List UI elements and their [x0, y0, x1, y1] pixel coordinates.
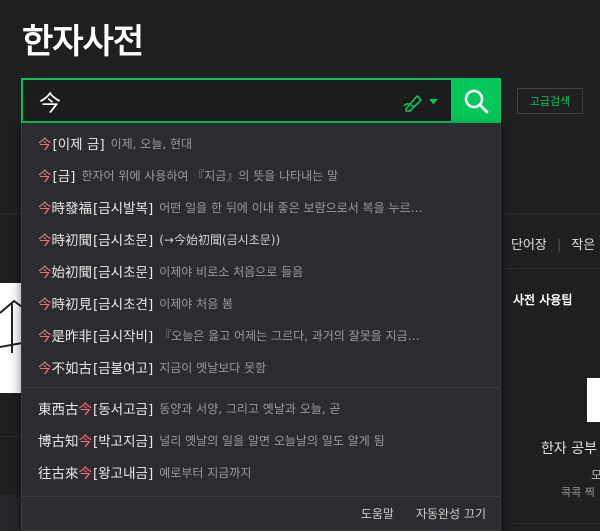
suggestion-reading: [금] — [52, 169, 76, 185]
suggestion-item[interactable]: 東西古今 [동서고금] 동양과 서양, 그리고 옛날과 오늘, 곧 — [22, 392, 500, 424]
suggestion-match: 今 — [38, 361, 52, 377]
suggestion-hanja: 往古來今 — [38, 462, 92, 482]
suggestion-match: 今 — [38, 169, 52, 185]
suggestion-item[interactable]: 今 [이제 금] 이제, 오늘, 현대 — [22, 127, 500, 159]
suggestion-hanja: 今 — [38, 165, 52, 185]
suggestion-meaning: 이제, 오늘, 현대 — [110, 136, 193, 151]
bg-divider — [511, 523, 600, 524]
suggestion-reading: [금시초문] — [93, 265, 154, 281]
suggestion-hanja: 今始初聞 — [38, 261, 92, 281]
suggestion-hanja: 今不如古 — [38, 357, 92, 377]
tips-text: 한자 공부 — [541, 441, 597, 457]
suggestion-reading: [금시발복] — [93, 201, 154, 217]
suggestion-match: 今 — [38, 297, 52, 313]
bg-divider — [0, 436, 22, 437]
suggestion-meaning: 『오늘은 옳고 어제는 그르다, 과거의 잘못을 지금… — [159, 328, 420, 343]
suggestion-reading: [이제 금] — [52, 137, 105, 153]
handwrite-input-button[interactable] — [397, 90, 443, 114]
suggestion-item[interactable]: 博古知今 [박고지금] 널리 옛날의 일을 알면 오늘날의 일도 알게 됨 — [22, 424, 500, 456]
suggestion-hanja: 博古知今 — [38, 430, 92, 450]
suggestion-reading: [박고지금] — [93, 434, 154, 450]
suggestion-hanja-post: 時發福 — [51, 201, 93, 217]
search-box — [21, 78, 451, 123]
suggestion-item[interactable]: 今時發福 [금시발복] 어떤 일을 한 뒤에 이내 좋은 보람으로서 복을 누르… — [22, 191, 500, 223]
bg-divider — [501, 268, 600, 269]
autocomplete-dropdown: 今 [이제 금] 이제, 오늘, 현대 今 [금] 한자어 위에 사용하여 『지금』의 뜻… — [21, 123, 501, 531]
suggestion-hanja-pre: 東西古 — [38, 402, 79, 418]
suggestion-item[interactable]: 今不如古 [금불여고] 지금이 옛날보다 못함 — [22, 351, 500, 383]
dropdown-footer: 도움말 자동완성 끄기 — [22, 496, 500, 530]
suggestion-meaning: 이제야 처음 봄 — [159, 296, 234, 311]
suggestion-item[interactable]: 今始初聞 [금시초문] 이제야 비로소 처음으로 들음 — [22, 255, 500, 287]
suggestion-reading: [금불여고] — [93, 361, 154, 377]
advanced-search-button[interactable]: 고급검색 — [517, 88, 583, 114]
suggestion-meaning: 어떤 일을 한 뒤에 이내 좋은 보람으로서 복을 누르… — [159, 200, 423, 215]
suggestion-hanja-post: 不如古 — [51, 361, 93, 377]
suggestion-reading: [금시초문] — [93, 233, 154, 249]
tab-next[interactable]: 작은 — [571, 238, 595, 253]
autocomplete-off-link[interactable]: 자동완성 끄기 — [416, 505, 486, 522]
suggestion-hanja-post: 時初見 — [51, 297, 93, 313]
suggestion-match: 今 — [78, 434, 93, 450]
suggestion-item[interactable]: 往古來今 [왕고내금] 예로부터 지금까지 — [22, 456, 500, 488]
suggestion-hanja: 今時初見 — [38, 293, 92, 313]
suggestion-match: 今 — [78, 402, 93, 418]
caret-down-icon — [428, 99, 438, 105]
search-icon — [464, 89, 489, 113]
suggestion-reading: [동서고금] — [93, 402, 154, 418]
suggestion-match: 今 — [38, 265, 52, 281]
suggestion-match: 今 — [38, 233, 52, 249]
suggestion-meaning: 한자어 위에 사용하여 『지금』의 뜻을 나타내는 말 — [81, 168, 339, 183]
suggestion-hanja: 今是昨非 — [38, 325, 92, 345]
suggestion-meaning: 이제야 비로소 처음으로 들음 — [159, 264, 304, 279]
help-link[interactable]: 도움말 — [361, 505, 394, 522]
suggestion-match: 今 — [38, 137, 52, 153]
suggestion-hanja: 東西古今 — [38, 398, 92, 418]
suggestion-hanja-pre: 往古來 — [38, 466, 79, 482]
suggestion-item[interactable]: 今時初見 [금시초견] 이제야 처음 봄 — [22, 287, 500, 319]
tips-title: 사전 사용팁 — [513, 293, 573, 307]
suggestion-reading: [금시초견] — [93, 297, 154, 313]
suggestion-meaning: 널리 옛날의 일을 알면 오늘날의 일도 알게 됨 — [159, 433, 385, 448]
bg-card — [0, 495, 22, 531]
bg-card-drawing — [0, 299, 23, 353]
suggestion-hanja-pre: 博古知 — [38, 434, 79, 450]
suggestion-meaning: 동양과 서양, 그리고 옛날과 오늘, 곧 — [159, 401, 341, 416]
suggestion-match: 今 — [38, 329, 52, 345]
suggestion-match: 今 — [78, 466, 93, 482]
suggestion-hanja-post: 始初聞 — [51, 265, 93, 281]
tab-wordbook[interactable]: 단어장 — [511, 238, 547, 253]
page-title: 한자사전 — [22, 22, 144, 62]
suggestion-reading: [금시작비] — [93, 329, 154, 345]
bg-tabs: 단어장 | 작은 — [511, 238, 596, 253]
suggestion-item[interactable]: 今是昨非 [금시작비] 『오늘은 옳고 어제는 그르다, 과거의 잘못을 지금… — [22, 319, 500, 351]
suggestion-hanja: 今 — [38, 133, 52, 153]
suggestion-meaning: 예로부터 지금까지 — [159, 465, 252, 480]
suggestion-item[interactable]: 今 [금] 한자어 위에 사용하여 『지금』의 뜻을 나타내는 말 — [22, 159, 500, 191]
suggestion-meaning: 지금이 옛날보다 못함 — [159, 360, 267, 375]
search-input[interactable] — [37, 86, 371, 118]
pen-icon — [403, 95, 422, 112]
suggestion-hanja-post: 是昨非 — [51, 329, 93, 345]
suggestion-hanja: 今時發福 — [38, 197, 92, 217]
tips-text: 콕콕 찍 — [561, 486, 595, 499]
suggestion-hanja-post: 時初聞 — [51, 233, 93, 249]
suggestion-item[interactable]: 今時初聞 [금시초문] (→今始初聞(금시초문)) — [22, 223, 500, 255]
group-divider — [22, 387, 500, 388]
tips-image — [587, 378, 600, 422]
tips-text: 모 — [591, 468, 600, 482]
suggestion-meaning: (→今始初聞(금시초문)) — [159, 232, 281, 247]
suggestion-hanja: 今時初聞 — [38, 229, 92, 249]
suggestion-match: 今 — [38, 201, 52, 217]
bg-card-image — [0, 283, 23, 393]
search-button[interactable] — [451, 78, 501, 123]
suggestion-reading: [왕고내금] — [93, 466, 154, 482]
